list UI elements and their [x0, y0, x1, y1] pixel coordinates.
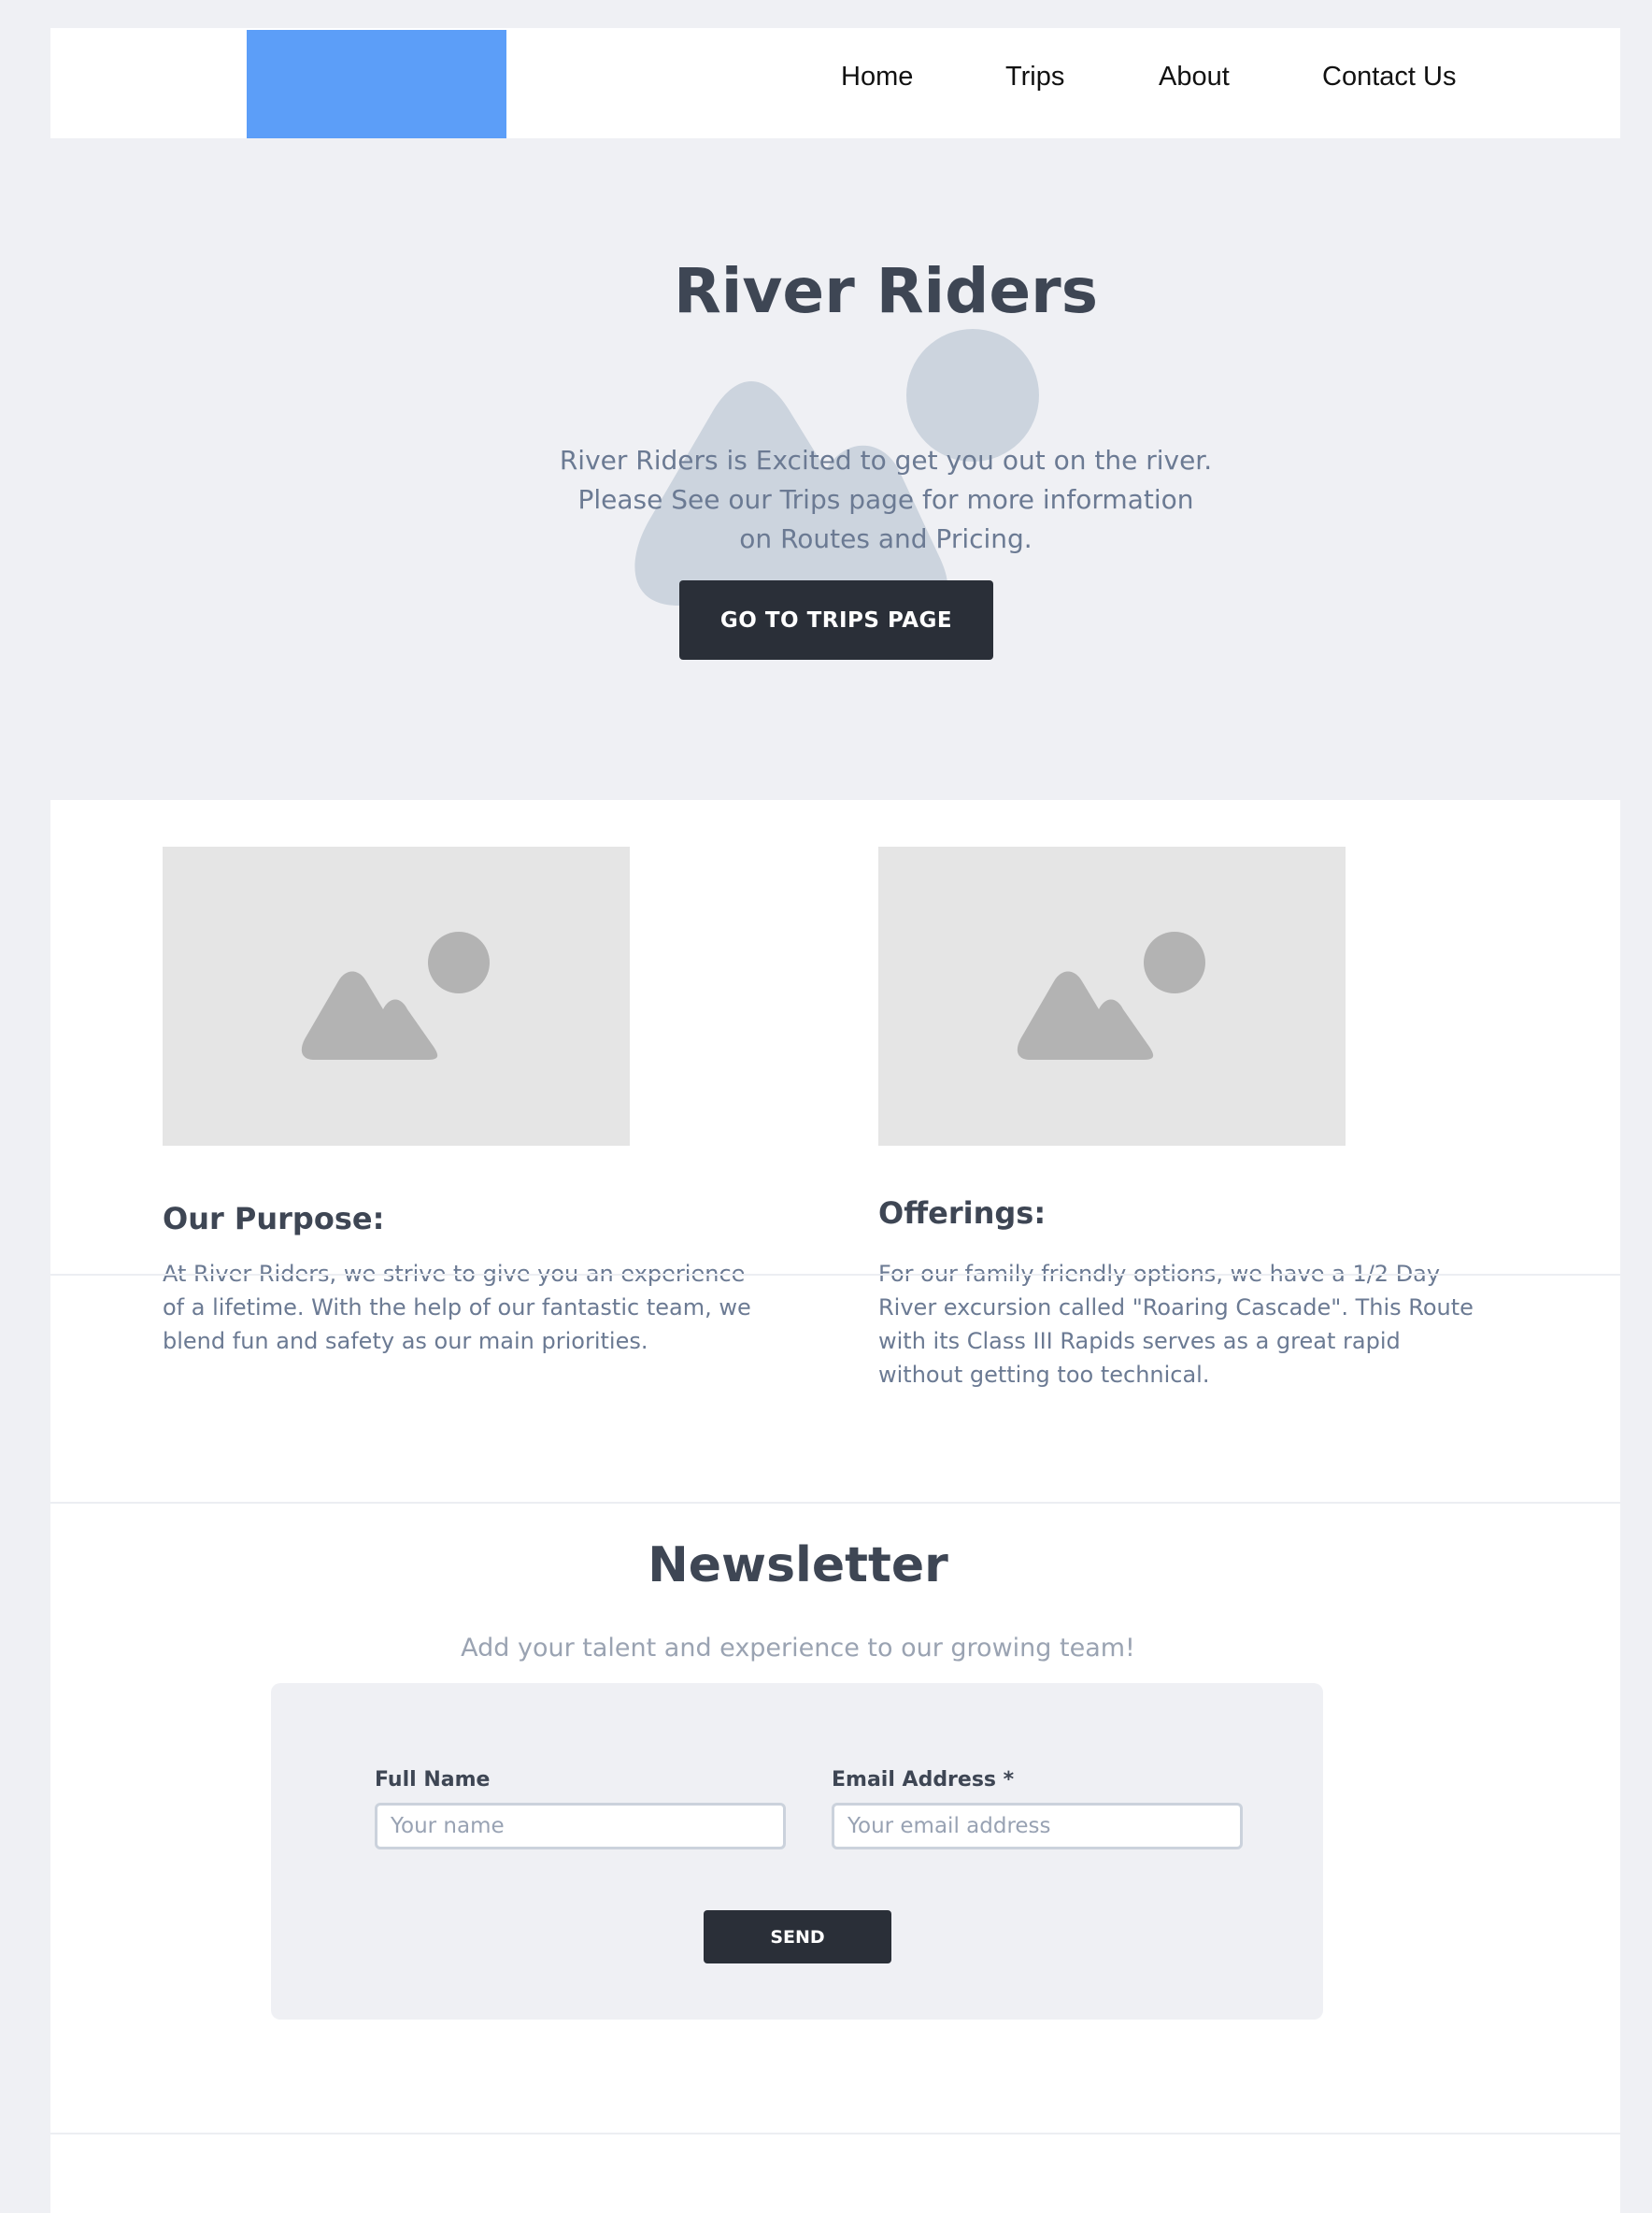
send-button[interactable]: SEND — [704, 1910, 891, 1963]
divider — [50, 2133, 1620, 2134]
divider — [50, 1502, 1620, 1504]
offerings-image — [878, 847, 1346, 1146]
hero-title: River Riders — [673, 255, 1099, 327]
email-input[interactable] — [832, 1803, 1243, 1849]
email-label: Email Address * — [832, 1768, 1015, 1792]
full-name-label: Full Name — [375, 1768, 491, 1792]
divider — [50, 1274, 1620, 1276]
newsletter-form: Full Name Email Address * — [271, 1683, 1323, 2020]
purpose-text: At River Riders, we strive to give you a… — [163, 1261, 751, 1354]
nav-home[interactable]: Home — [841, 62, 913, 93]
nav-trips[interactable]: Trips — [1005, 62, 1064, 93]
offerings-text: For our family friendly options, we have… — [878, 1261, 1474, 1388]
nav-contact-us[interactable]: Contact Us — [1322, 62, 1456, 93]
top-gap — [50, 0, 1620, 28]
image-placeholder-icon — [1017, 932, 1205, 1060]
image-placeholder-icon — [301, 932, 490, 1060]
page: Home Trips About Contact Us River Riders… — [50, 0, 1620, 2213]
purpose-image — [163, 847, 630, 1146]
newsletter-subtitle: Add your talent and experience to our gr… — [461, 1634, 1135, 1663]
hero-description: River Riders is Excited to get you out o… — [559, 445, 1213, 554]
hero-section: River Riders River Riders is Excited to … — [50, 138, 1620, 800]
purpose-title: Our Purpose: — [163, 1201, 385, 1236]
full-name-input[interactable] — [375, 1803, 786, 1849]
site-logo[interactable] — [247, 30, 506, 138]
go-to-trips-button[interactable]: GO TO TRIPS PAGE — [679, 580, 993, 660]
newsletter-title: Newsletter — [648, 1537, 948, 1593]
nav-about[interactable]: About — [1159, 62, 1230, 93]
offerings-title: Offerings: — [878, 1195, 1047, 1231]
site-header: Home Trips About Contact Us — [50, 28, 1620, 138]
